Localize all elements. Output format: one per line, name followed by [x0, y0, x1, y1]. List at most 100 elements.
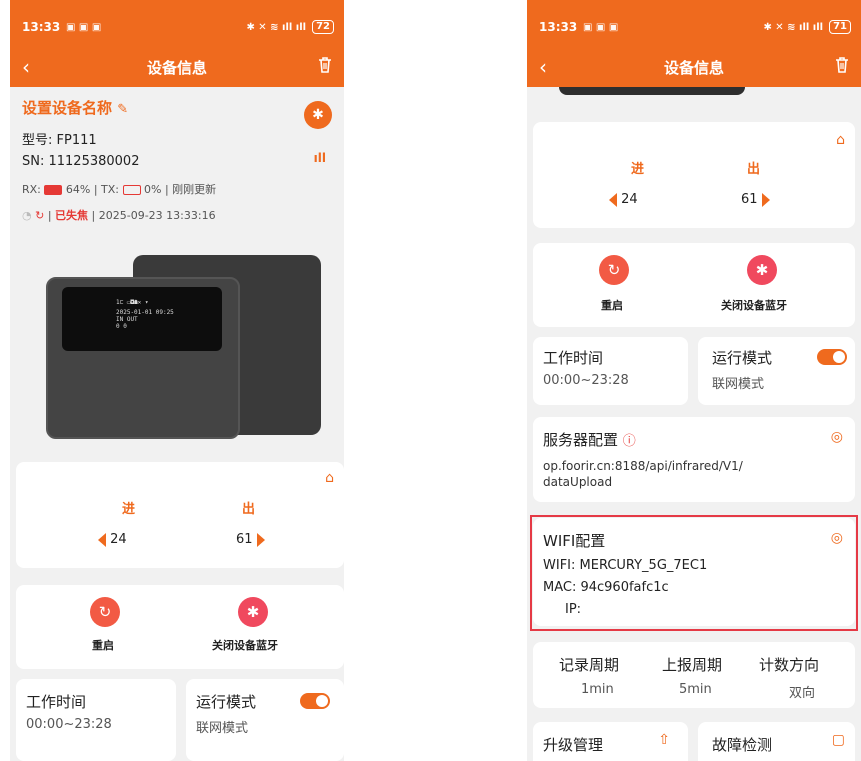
page-title: 设备信息: [663, 59, 724, 77]
device-name-row[interactable]: 设置设备名称 ✎: [22, 97, 128, 118]
clean-icon[interactable]: ⌂: [325, 470, 334, 486]
fault-detect-icon: ▢: [831, 732, 845, 748]
in-count[interactable]: 24: [98, 532, 127, 547]
display-date: 2025-01-01 09:25: [116, 309, 174, 316]
status-right: ✱ ✕ ≋ ıll ıll 71: [763, 20, 851, 34]
close-bluetooth-label[interactable]: 关闭设备蓝牙: [721, 297, 787, 313]
restart-icon[interactable]: ↻: [90, 597, 120, 627]
run-mode-toggle[interactable]: [300, 693, 330, 709]
work-time-card[interactable]: 工作时间 00:00~23:28: [533, 337, 688, 405]
signal-icon: ✱ ✕ ≋ ıll ıll: [763, 21, 824, 33]
nav-bar: ‹ 设备信息: [527, 55, 861, 81]
status-separator: |: [47, 209, 52, 222]
updated-text: | 刚刚更新: [164, 183, 217, 196]
trash-icon[interactable]: [318, 57, 332, 77]
rx-label: RX:: [22, 183, 41, 196]
server-config-title: 服务器配置 ⓘ: [543, 429, 636, 450]
phone-screen-right: 13:33 ▣ ▣ ▣ ✱ ✕ ≋ ıll ıll 71 ‹ 设备信息 ⌂ 进 …: [527, 0, 861, 761]
counts-card: ⌂ 进 出 24 61: [16, 462, 344, 568]
battery-indicator: 72: [312, 20, 334, 34]
upgrade-icon: ⇧: [658, 732, 670, 748]
in-label: 进: [631, 162, 645, 177]
page-title: 设备信息: [146, 59, 207, 77]
upgrade-label: 升级管理: [543, 736, 604, 754]
decrease-icon[interactable]: [609, 192, 617, 207]
run-mode-toggle[interactable]: [817, 349, 847, 365]
device-image: 1⊏ ▭◘☗✕ ▾ 2025-01-01 09:25 IN OUT 0 0: [10, 243, 344, 460]
fault-detect-card[interactable]: 故障检测 ▢: [698, 722, 855, 761]
wifi-weak-icon: ◔: [22, 209, 32, 222]
record-period-value: 1min: [581, 682, 614, 697]
rx-tx-row: RX: 64% | TX: 0% | 刚刚更新: [22, 181, 216, 197]
work-time-value: 00:00~23:28: [543, 373, 629, 388]
warning-icon: ⓘ: [622, 434, 636, 449]
status-time: 13:33: [539, 20, 578, 34]
app-bar: 13:33 ▣ ▣ ▣ ✱ ✕ ≋ ıll ıll 71 ‹ 设备信息: [527, 0, 861, 87]
out-value: 61: [236, 532, 253, 547]
count-direction-label[interactable]: 计数方向: [759, 654, 819, 675]
refresh-icon[interactable]: ↻: [35, 209, 44, 222]
run-mode-value: 联网模式: [712, 377, 765, 392]
actions-card: ↻ 重启 ✱ 关闭设备蓝牙: [16, 585, 344, 669]
decrease-icon[interactable]: [98, 532, 106, 547]
in-label: 进: [122, 502, 136, 517]
focus-status: 已失焦: [55, 209, 89, 222]
fault-detect-label: 故障检测: [712, 736, 773, 754]
status-time: 13:33: [22, 20, 61, 34]
server-url-line1: op.foorir.cn:8188/api/infrared/V1/: [543, 459, 743, 473]
increase-icon[interactable]: [761, 192, 770, 207]
restart-label[interactable]: 重启: [601, 297, 623, 313]
run-mode-card: 运行模式 联网模式: [186, 679, 344, 761]
out-count[interactable]: 61: [741, 192, 770, 207]
out-value: 61: [741, 192, 758, 207]
actions-card: ↻ 重启 ✱ 关闭设备蓝牙: [533, 243, 855, 327]
run-mode-value: 联网模式: [196, 721, 249, 736]
bluetooth-off-icon[interactable]: ✱: [747, 255, 777, 285]
settings-icon[interactable]: ◎: [831, 429, 843, 445]
device-info: 设置设备名称 ✎ 型号: FP111 SN: 11125380002 RX: 6…: [10, 87, 344, 243]
trash-icon[interactable]: [835, 57, 849, 77]
record-period-label[interactable]: 记录周期: [559, 654, 619, 675]
out-label: 出: [747, 162, 761, 177]
work-time-card[interactable]: 工作时间 00:00~23:28: [16, 679, 176, 761]
status-bar: 13:33 ▣ ▣ ▣ ✱ ✕ ≋ ıll ıll 72: [22, 20, 334, 36]
signal-strength-icon: ıll: [313, 151, 326, 165]
in-value: 24: [110, 532, 127, 547]
highlight-box: [530, 515, 858, 631]
display-inout: IN OUT: [116, 316, 138, 323]
device-display: 1⊏ ▭◘☗✕ ▾ 2025-01-01 09:25 IN OUT 0 0: [62, 287, 222, 351]
device-name: 设置设备名称: [22, 99, 113, 117]
phone-screen-left: 13:33 ▣ ▣ ▣ ✱ ✕ ≋ ıll ıll 72 ‹ 设备信息 设置设备…: [10, 0, 344, 761]
server-config-label: 服务器配置: [543, 431, 619, 449]
restart-icon[interactable]: ↻: [599, 255, 629, 285]
increase-icon[interactable]: [256, 532, 265, 547]
in-value: 24: [621, 192, 638, 207]
device-front-unit: 1⊏ ▭◘☗✕ ▾ 2025-01-01 09:25 IN OUT 0 0: [46, 277, 240, 439]
signal-icon: ✱ ✕ ≋ ıll ıll: [246, 21, 307, 33]
server-config-card[interactable]: 服务器配置 ⓘ ◎ op.foorir.cn:8188/api/infrared…: [533, 417, 855, 502]
bluetooth-icon[interactable]: ✱: [304, 101, 332, 129]
run-mode-label: 运行模式: [712, 349, 773, 367]
tx-value: 0%: [144, 183, 162, 196]
notification-icon: ▣ ▣ ▣: [583, 22, 619, 33]
device-image: [559, 87, 745, 95]
edit-icon[interactable]: ✎: [117, 102, 128, 117]
count-direction-value: 双向: [789, 686, 816, 701]
battery-indicator: 71: [829, 20, 851, 34]
clean-icon[interactable]: ⌂: [836, 132, 845, 148]
display-counts: 0 0: [116, 323, 127, 330]
in-count[interactable]: 24: [609, 192, 638, 207]
rx-battery-icon: [44, 185, 63, 195]
periods-card: 记录周期 1min 上报周期 5min 计数方向 双向: [533, 642, 855, 708]
bluetooth-off-icon[interactable]: ✱: [238, 597, 268, 627]
status-row: ◔ ↻ | 已失焦 | 2025-09-23 13:33:16: [22, 207, 216, 223]
upgrade-card[interactable]: 升级管理 ⇧: [533, 722, 688, 761]
report-period-label[interactable]: 上报周期: [662, 654, 722, 675]
work-time-label: 工作时间: [26, 693, 87, 711]
close-bluetooth-label[interactable]: 关闭设备蓝牙: [212, 637, 278, 653]
run-mode-label: 运行模式: [196, 693, 257, 711]
out-count[interactable]: 61: [236, 532, 265, 547]
restart-label[interactable]: 重启: [92, 637, 114, 653]
server-url-line2: dataUpload: [543, 475, 613, 489]
rx-value: 64%: [65, 183, 91, 196]
